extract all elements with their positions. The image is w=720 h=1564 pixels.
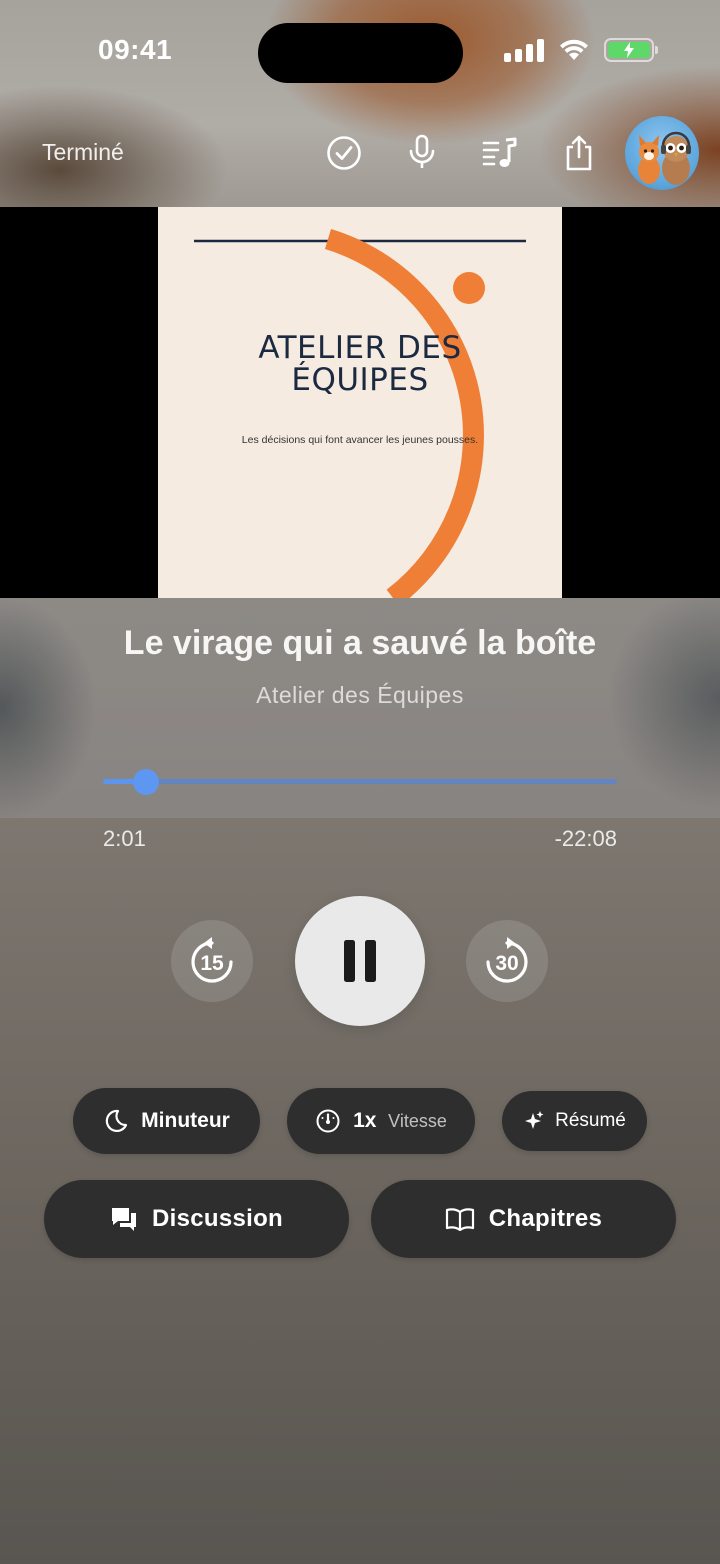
battery-icon bbox=[604, 38, 658, 62]
skip-back-button[interactable]: 15 bbox=[171, 920, 253, 1002]
sleep-timer-button[interactable]: Minuteur bbox=[73, 1088, 260, 1154]
discussion-label: Discussion bbox=[151, 1205, 284, 1232]
sparkles-icon bbox=[525, 1111, 544, 1129]
sleep-timer-label: Minuteur bbox=[141, 1109, 230, 1132]
playback-speed-button[interactable]: 1x Vitesse bbox=[287, 1088, 475, 1154]
microphone-icon[interactable] bbox=[402, 133, 442, 173]
done-button[interactable]: Terminé bbox=[42, 139, 124, 166]
avatar[interactable] bbox=[625, 116, 699, 190]
skip-forward-icon: 30 bbox=[486, 937, 528, 983]
chat-bubbles-icon bbox=[111, 1208, 136, 1231]
dynamic-island bbox=[258, 23, 463, 83]
episode-title: Le virage qui a sauvé la boîte bbox=[123, 624, 597, 662]
moon-icon bbox=[106, 1109, 128, 1132]
skip-forward-button[interactable]: 30 bbox=[466, 920, 548, 1002]
artwork-title-line-2: ÉQUIPES bbox=[291, 362, 429, 398]
show-name[interactable]: Atelier des Équipes bbox=[0, 682, 720, 709]
artwork-graphic bbox=[194, 228, 526, 598]
speed-label: Vitesse bbox=[388, 1111, 447, 1131]
skip-back-icon: 15 bbox=[191, 937, 233, 983]
pause-icon bbox=[344, 940, 376, 982]
progress-track[interactable] bbox=[103, 779, 617, 784]
artwork-title-line-1: ATELIER DES bbox=[258, 330, 462, 366]
pause-button[interactable] bbox=[295, 896, 425, 1026]
wifi-icon bbox=[560, 39, 588, 60]
speedometer-icon bbox=[316, 1109, 340, 1133]
chapters-button[interactable]: Chapitres bbox=[371, 1180, 676, 1258]
skip-forward-seconds: 30 bbox=[495, 952, 518, 975]
queue-music-icon[interactable] bbox=[480, 133, 520, 173]
share-icon[interactable] bbox=[559, 133, 599, 173]
skip-back-seconds: 15 bbox=[200, 952, 224, 975]
summary-button[interactable]: Résumé bbox=[502, 1091, 647, 1151]
checkmark-circle-icon[interactable] bbox=[324, 133, 364, 173]
cellular-signal-icon bbox=[504, 38, 544, 62]
artwork-title: ATELIER DES ÉQUIPES bbox=[158, 332, 562, 396]
chapters-label: Chapitres bbox=[488, 1205, 603, 1232]
elapsed-time: 2:01 bbox=[103, 826, 146, 851]
artwork-subtitle: Les décisions qui font avancer les jeune… bbox=[241, 434, 479, 446]
status-icons bbox=[504, 38, 658, 62]
discussion-button[interactable]: Discussion bbox=[44, 1180, 349, 1258]
progress-scrubber[interactable] bbox=[133, 769, 160, 795]
summary-label: Résumé bbox=[555, 1110, 626, 1131]
podcast-artwork: ATELIER DES ÉQUIPES Les décisions qui fo… bbox=[158, 207, 562, 598]
status-time: 09:41 bbox=[98, 34, 173, 65]
remaining-time: -22:08 bbox=[554, 826, 617, 851]
book-icon bbox=[445, 1208, 474, 1231]
speed-value: 1x bbox=[353, 1109, 377, 1132]
